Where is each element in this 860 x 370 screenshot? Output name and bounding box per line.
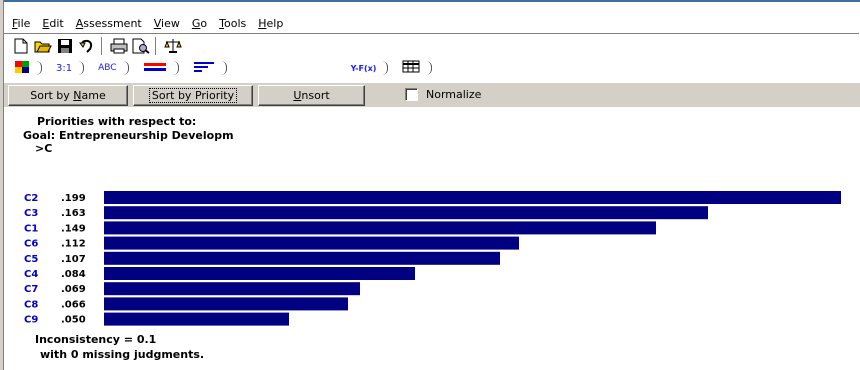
application-window: File Edit Assessment View Go Tools Help (0, 0, 860, 370)
mode-tabs: 3:1 ABC Y-F(x) (10, 58, 442, 78)
tab-ratio-label: 3:1 (56, 62, 73, 74)
menu-go[interactable]: Go (192, 17, 207, 30)
tab-bars[interactable] (139, 59, 183, 77)
sort-by-priority-label: Sort by Priority (148, 88, 238, 103)
undo-icon[interactable] (76, 36, 97, 56)
bar-value-label: .050 (61, 315, 86, 326)
blue-lines-icon (193, 61, 215, 76)
priority-bar (104, 221, 656, 235)
scales-icon[interactable] (162, 36, 183, 56)
priority-bar (104, 282, 360, 296)
bar-category-label: C5 (24, 254, 38, 265)
graph-colors-icon (14, 60, 30, 77)
tab-abc[interactable]: ABC (94, 59, 132, 77)
bar-value-label: .112 (61, 239, 86, 250)
bar-category-label: C9 (24, 315, 38, 326)
toolbar-separator (155, 37, 159, 55)
priority-bar-chart: C2 .199 C3 .163 C1 .149 C6 .112 C5 .107 C4 .084 C7 .0… (24, 191, 841, 326)
bar-category-label: C3 (24, 208, 38, 219)
print-preview-icon[interactable] (130, 36, 151, 56)
priority-bar (104, 297, 348, 311)
window-top-border (0, 0, 860, 2)
bar-category-label: C4 (24, 269, 38, 280)
menu-tools[interactable]: Tools (219, 17, 246, 30)
tab-function-label: Y-F(x) (350, 63, 377, 73)
bar-category-label: C8 (24, 299, 38, 310)
menu-view[interactable]: View (154, 17, 180, 30)
bar-value-label: .084 (61, 269, 86, 280)
toolbar (10, 35, 184, 57)
bar-category-label: C1 (24, 223, 38, 234)
bar-value-label: .069 (61, 284, 86, 295)
unsort-label: Unsort (293, 89, 330, 102)
normalize-label: Normalize (426, 88, 482, 101)
sort-by-name-button[interactable]: Sort by Name (8, 85, 128, 106)
menu-edit[interactable]: Edit (42, 17, 63, 30)
tab-graph-colors[interactable] (10, 59, 46, 77)
toolbar-separator (101, 37, 105, 55)
priority-bar (104, 206, 708, 220)
unsort-button[interactable]: Unsort (258, 85, 365, 106)
tab-lines[interactable] (189, 59, 231, 77)
red-blue-bars-icon (143, 61, 167, 76)
menu-file[interactable]: File (12, 17, 30, 30)
priority-bar (104, 312, 289, 326)
print-icon[interactable] (108, 36, 129, 56)
missing-judgments-text: with 0 missing judgments. (40, 348, 205, 361)
bar-value-label: .199 (61, 193, 86, 204)
normalize-checkbox-box[interactable] (405, 88, 418, 101)
bar-category-label: C2 (24, 193, 38, 204)
priority-bar (104, 236, 519, 250)
inconsistency-text: Inconsistency = 0.1 (35, 333, 157, 346)
bar-category-label: C7 (24, 284, 38, 295)
tab-grid[interactable] (398, 59, 436, 77)
tab-abc-label: ABC (98, 63, 117, 73)
bar-value-label: .066 (61, 299, 86, 310)
menu-assessment[interactable]: Assessment (76, 17, 142, 30)
bar-value-label: .149 (61, 223, 86, 234)
priority-bar (104, 267, 415, 280)
bar-value-label: .107 (61, 254, 86, 265)
menu-bar: File Edit Assessment View Go Tools Help (4, 13, 287, 33)
bar-value-label: .163 (61, 208, 86, 219)
sort-by-priority-button[interactable]: Sort by Priority (133, 85, 253, 106)
priorities-panel: Priorities with respect to: Goal: Entrep… (4, 107, 860, 370)
open-folder-icon[interactable] (32, 36, 53, 56)
bar-category-label: C6 (24, 239, 38, 250)
sort-by-name-label: Sort by Name (30, 89, 106, 102)
grid-icon (402, 60, 420, 76)
save-icon[interactable] (54, 36, 75, 56)
tab-function[interactable]: Y-F(x) (347, 59, 393, 77)
priority-bar (104, 191, 841, 204)
sort-command-bar: Sort by Name Sort by Priority Unsort Nor… (4, 82, 860, 108)
tab-ratio[interactable]: 3:1 (52, 59, 88, 77)
priority-bar (104, 251, 500, 265)
normalize-checkbox[interactable]: Normalize (405, 88, 481, 101)
new-file-icon[interactable] (10, 36, 31, 56)
menu-help[interactable]: Help (258, 17, 283, 30)
